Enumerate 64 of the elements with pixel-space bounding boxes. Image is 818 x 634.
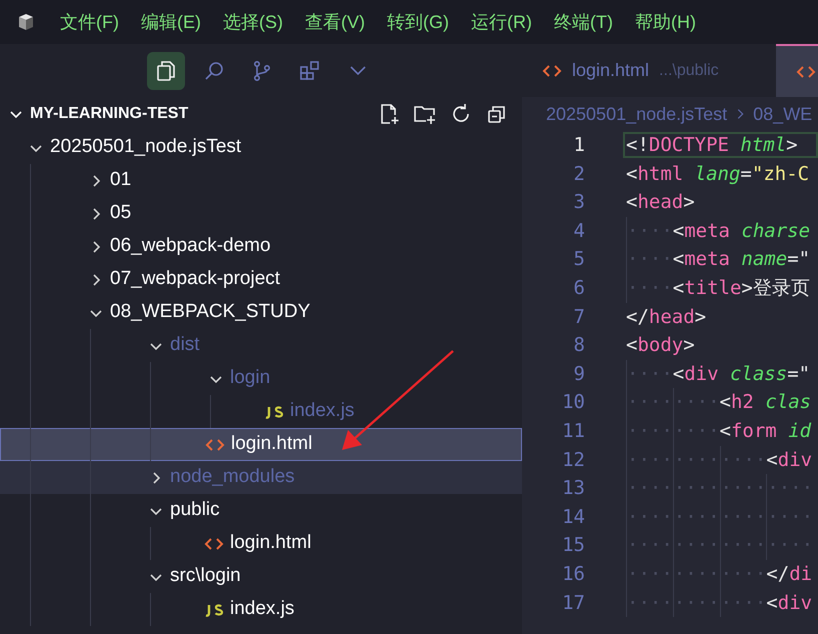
html-file-icon [542,62,562,78]
line-number: 14 [561,504,585,530]
line-number: 10 [561,390,585,416]
html-file-icon [204,536,224,552]
line-number: 8 [572,333,585,358]
code-line: ················ [623,475,818,502]
code-line: ············</di [623,561,818,588]
folder-item[interactable]: 07_webpack-project [0,263,522,296]
file-item[interactable]: login.html [0,428,522,461]
line-number: 12 [561,448,585,473]
line-number: 16 [561,562,585,587]
code-line: <head> [625,190,696,216]
code-line: ············<div [623,446,818,473]
line-number: 9 [572,362,585,387]
menu-item[interactable]: 查看(V) [304,8,365,36]
code-line: <body> [625,333,696,358]
js-file-icon [264,404,284,418]
files-icon [154,58,178,82]
code-line: <html lang="zh-C [625,162,810,187]
line-number: 13 [561,476,585,502]
code-line: ····<meta charse [623,218,818,244]
folder-item[interactable]: 08_WEBPACK_STUDY [0,296,522,329]
line-number: 6 [572,276,585,302]
file-item[interactable]: index.js [0,593,522,626]
code-line: ················ [623,532,818,559]
line-number: 7 [572,304,585,330]
code-line: ················ [623,504,818,530]
menu-item[interactable]: 转到(G) [386,8,449,36]
html-file-icon [205,436,225,452]
line-number: 1 [572,133,585,158]
folder-item[interactable]: 20250501_node.jsTest [0,131,522,164]
line-number: 17 [561,590,585,616]
menu-item[interactable]: 运行(R) [470,8,532,36]
workspace-header[interactable]: MY-LEARNING-TEST [0,102,188,126]
line-number: 11 [561,418,585,444]
folder-item[interactable]: 05 [0,197,522,230]
extensions-icon [298,58,322,82]
code-line: ········<form id [623,418,818,444]
code-line: ····<meta name=" [623,246,818,273]
code-line: ····<title>登录页 [623,275,818,302]
chevron-down-icon [350,66,366,75]
code-line: ····<div class=" [623,361,818,388]
menu-item[interactable]: 终端(T) [554,8,613,36]
folder-item[interactable]: 06_webpack-demo [0,230,522,263]
line-number: 2 [572,162,585,187]
code-line: ········<h2 clas [623,390,818,416]
logo-icon [16,12,36,32]
line-number: 5 [572,247,585,272]
line-number: 15 [561,533,585,558]
js-file-icon [204,602,224,616]
folder-item[interactable]: src\login [0,560,522,593]
code-line: </head> [625,304,708,330]
menu-item[interactable]: 编辑(E) [140,8,201,36]
menu-item[interactable]: 文件(F) [60,8,119,36]
menu-item[interactable]: 帮助(H) [634,8,696,36]
line-number: 4 [572,218,585,244]
menu-item[interactable]: 选择(S) [222,8,283,36]
file-item[interactable]: login.html [0,527,522,560]
folder-item[interactable]: 01 [0,164,522,197]
html-file-icon [796,64,816,80]
line-number: 3 [572,190,585,216]
explorer-button[interactable] [147,52,185,90]
code-line: ············<div [623,590,818,616]
folder-item[interactable]: public [0,494,522,527]
